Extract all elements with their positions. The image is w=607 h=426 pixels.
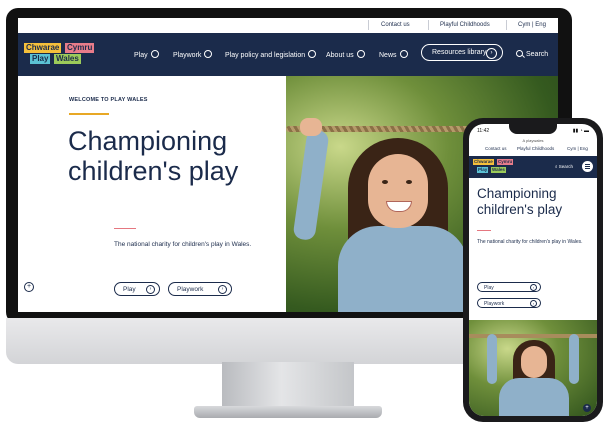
headline-line-1: Championing xyxy=(68,126,228,156)
hero-text-panel: WELCOME TO PLAY WALES Championing childr… xyxy=(18,76,286,312)
logo-word: Cymru xyxy=(497,159,514,165)
welcome-eyebrow: WELCOME TO PLAY WALES xyxy=(69,97,148,103)
arrow-right-circle-icon: › xyxy=(530,300,537,307)
utility-divider xyxy=(506,20,507,30)
search-button[interactable]: ⌕ Search xyxy=(555,164,573,169)
contact-us-link[interactable]: Contact us xyxy=(381,22,410,28)
pink-divider xyxy=(114,228,136,229)
plus-circle-icon[interactable]: + xyxy=(583,404,591,412)
chevron-down-icon xyxy=(204,50,213,58)
logo-word: Chwarae xyxy=(473,159,494,165)
child-face xyxy=(521,346,547,378)
logo-word: Play xyxy=(30,54,51,64)
child-arm xyxy=(487,334,497,384)
arrow-right-circle-icon: › xyxy=(146,285,155,294)
play-button-label: Play xyxy=(484,285,494,291)
child-arm xyxy=(292,129,330,241)
phone-screen: 11:42 ▮▮ ◔ ▬ A playwales Contact us Play… xyxy=(469,124,597,416)
play-button[interactable]: Play › xyxy=(477,282,541,292)
nav-item-playwork[interactable]: Playwork xyxy=(173,50,213,59)
phone-hero-photo: + xyxy=(469,320,597,416)
utility-divider xyxy=(428,20,429,30)
nav-item-play-policy[interactable]: Play policy and legislation xyxy=(225,50,317,59)
nav-item-label: Play policy and legislation xyxy=(225,52,306,59)
nav-item-label: Playwork xyxy=(173,52,202,59)
resources-library-label: Resources library xyxy=(432,49,487,56)
nav-item-play[interactable]: Play xyxy=(134,50,159,59)
playful-childhoods-link[interactable]: Playful Childhoods xyxy=(517,146,554,151)
mobile-phone: 11:42 ▮▮ ◔ ▬ A playwales Contact us Play… xyxy=(463,118,603,422)
child-hand xyxy=(300,118,322,136)
chevron-down-icon xyxy=(150,50,159,58)
arrow-right-circle-icon: › xyxy=(218,285,227,294)
phone-main-navigation: Chwarae Cymru Play Wales ⌕ Search xyxy=(469,156,597,178)
logo-word: Wales xyxy=(54,54,81,64)
arrow-right-circle-icon: › xyxy=(530,284,537,291)
child-eye xyxy=(382,180,388,184)
search-label: Search xyxy=(558,164,574,169)
logo-word: Wales xyxy=(491,167,506,173)
hero-headline: Championing children's play xyxy=(68,126,278,186)
chevron-down-icon xyxy=(308,50,317,58)
play-button-label: Play xyxy=(123,286,136,293)
playwork-button-label: Playwork xyxy=(177,286,204,293)
child-torso xyxy=(338,226,468,312)
headline-line-2: children's play xyxy=(477,202,563,217)
chevron-down-icon xyxy=(399,50,408,58)
logo-word: Chwarae xyxy=(24,43,62,53)
arrow-right-circle-icon: › xyxy=(486,48,497,59)
gold-divider xyxy=(69,113,109,115)
nav-item-label: Play xyxy=(134,52,148,59)
headline-line-2: children's play xyxy=(68,156,239,186)
utility-divider xyxy=(368,20,369,30)
logo-word: Cymru xyxy=(65,43,95,53)
playwork-button-label: Playwork xyxy=(484,301,505,307)
nav-item-news[interactable]: News xyxy=(379,50,408,59)
search-icon xyxy=(516,50,523,57)
phone-clock: 11:42 xyxy=(477,128,490,134)
chevron-down-icon xyxy=(356,50,365,58)
pink-divider xyxy=(477,230,491,231)
child-face xyxy=(368,154,428,228)
search-button[interactable]: Search xyxy=(516,50,548,58)
child-torso xyxy=(499,378,569,416)
resources-library-button[interactable]: Resources library › xyxy=(421,44,503,61)
monitor-stand-base xyxy=(194,406,382,418)
phone-status-icons: ▮▮ ◔ ▬ xyxy=(572,128,589,134)
child-arm xyxy=(569,334,579,384)
plus-circle-icon[interactable]: + xyxy=(24,282,34,292)
playwork-button[interactable]: Playwork › xyxy=(477,298,541,308)
nav-item-label: About us xyxy=(326,52,354,59)
search-label: Search xyxy=(526,51,549,58)
hero-tagline: The national charity for children's play… xyxy=(114,241,252,248)
phone-hero-headline: Championing children's play xyxy=(477,186,593,218)
hamburger-menu-icon[interactable] xyxy=(582,161,593,172)
logo-word: Play xyxy=(477,167,489,173)
nav-item-about-us[interactable]: About us xyxy=(326,50,365,59)
language-toggle[interactable]: Cym | Eng xyxy=(567,146,588,151)
language-toggle[interactable]: Cym | Eng xyxy=(518,22,546,28)
nav-item-label: News xyxy=(379,52,397,59)
main-navigation: Chwarae Cymru Play Wales Play Playwork P… xyxy=(18,33,558,76)
utility-bar: Contact us Playful Childhoods Cym | Eng xyxy=(18,18,558,33)
child-eye xyxy=(406,180,412,184)
play-button[interactable]: Play › xyxy=(114,282,160,296)
playwork-button[interactable]: Playwork › xyxy=(168,282,232,296)
phone-notch xyxy=(509,124,557,134)
monitor-stand-neck xyxy=(222,362,354,408)
play-wales-logo[interactable]: Chwarae Cymru Play Wales xyxy=(24,43,100,65)
headline-line-1: Championing xyxy=(477,186,557,201)
phone-hero-tagline: The national charity for children's play… xyxy=(477,239,583,245)
contact-us-link[interactable]: Contact us xyxy=(485,146,507,151)
playful-childhoods-link[interactable]: Playful Childhoods xyxy=(440,22,490,28)
phone-url-bar[interactable]: A playwales xyxy=(469,138,597,143)
